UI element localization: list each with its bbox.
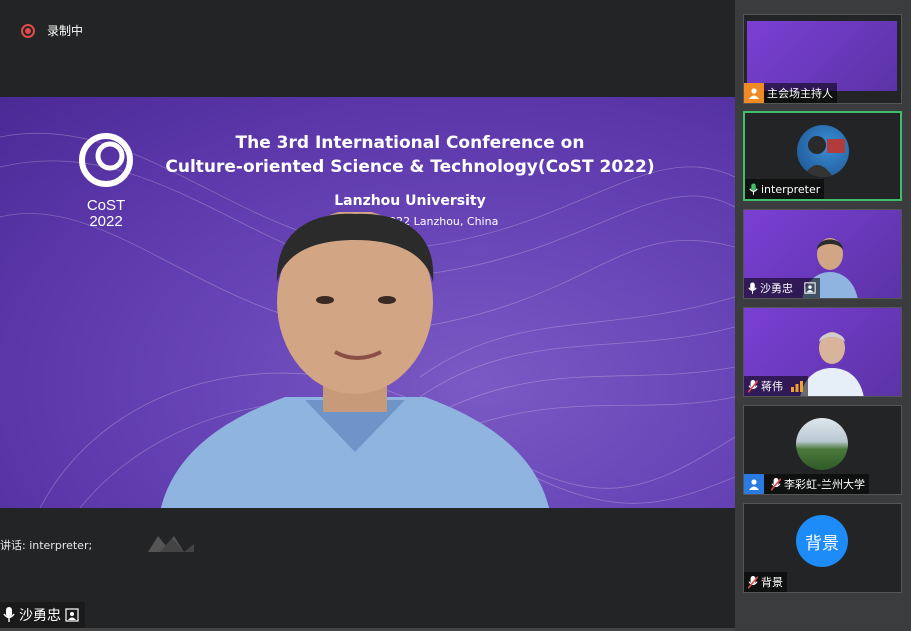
participant-tile-sha[interactable]: 沙勇忠 bbox=[743, 209, 902, 299]
speaker-figure bbox=[161, 212, 549, 508]
participant-tile-interpreter[interactable]: interpreter bbox=[743, 111, 902, 201]
participant-label: 李彩虹-兰州大学 bbox=[744, 474, 869, 494]
recording-label: 录制中 bbox=[47, 24, 84, 38]
mic-muted-icon bbox=[771, 477, 781, 491]
mic-active-icon bbox=[749, 183, 758, 195]
speaking-indicator: 讲话: interpreter; bbox=[0, 539, 93, 552]
participant-label: 主会场主持人 bbox=[744, 83, 837, 103]
screen-share-icon bbox=[804, 282, 816, 294]
banner-title-line1: The 3rd International Conference on bbox=[235, 133, 585, 153]
banner-title-line2: Culture-oriented Science & Technology(Co… bbox=[165, 157, 655, 177]
mic-muted-icon bbox=[748, 575, 758, 589]
signal-strength-icon bbox=[791, 381, 803, 392]
participant-name: interpreter bbox=[761, 182, 821, 196]
user-icon bbox=[744, 474, 764, 494]
screen-share-icon bbox=[65, 608, 79, 622]
participant-tile-background[interactable]: 背景 背景 bbox=[743, 503, 902, 593]
participant-label: interpreter bbox=[745, 179, 825, 199]
mic-muted-icon bbox=[748, 379, 758, 393]
active-speaker-tag: 沙勇忠 bbox=[0, 602, 85, 628]
participant-label: 蒋伟 bbox=[744, 376, 808, 396]
mic-icon bbox=[3, 607, 15, 622]
participant-tile-host[interactable]: 主会场主持人 bbox=[743, 14, 902, 104]
participant-name: 沙勇忠 bbox=[760, 282, 793, 295]
meeting-window: 录制中 CoST 2022 The 3rd International Conf… bbox=[0, 0, 911, 631]
shared-slide-thumbnail bbox=[747, 21, 897, 91]
participant-name: 背景 bbox=[761, 576, 783, 589]
banner-venue: Lanzhou University bbox=[334, 193, 486, 209]
participant-name: 主会场主持人 bbox=[767, 87, 833, 100]
recording-indicator: 录制中 bbox=[21, 22, 83, 39]
participant-figure bbox=[800, 332, 864, 396]
mic-icon bbox=[748, 282, 757, 294]
participant-name: 蒋伟 bbox=[761, 380, 783, 393]
active-speaker-name: 沙勇忠 bbox=[19, 608, 61, 624]
participant-name: 李彩虹-兰州大学 bbox=[784, 478, 865, 491]
participant-label: 背景 bbox=[744, 572, 787, 592]
main-video[interactable]: CoST 2022 The 3rd International Conferen… bbox=[0, 97, 735, 508]
record-icon bbox=[21, 23, 35, 38]
user-icon bbox=[744, 83, 764, 103]
participant-tile-jiang[interactable]: 蒋伟 bbox=[743, 307, 902, 397]
participant-label: 沙勇忠 bbox=[744, 278, 820, 298]
meeting-app-logo bbox=[148, 536, 194, 552]
avatar bbox=[796, 418, 848, 470]
participants-panel: 主会场主持人 interpreter 沙勇忠 蒋伟 李彩虹-兰州大学 背景 背景 bbox=[735, 0, 911, 631]
participant-tile-li[interactable]: 李彩虹-兰州大学 bbox=[743, 405, 902, 495]
avatar bbox=[797, 125, 849, 177]
main-stage: 录制中 CoST 2022 The 3rd International Conf… bbox=[0, 0, 735, 631]
avatar: 背景 bbox=[796, 515, 848, 567]
